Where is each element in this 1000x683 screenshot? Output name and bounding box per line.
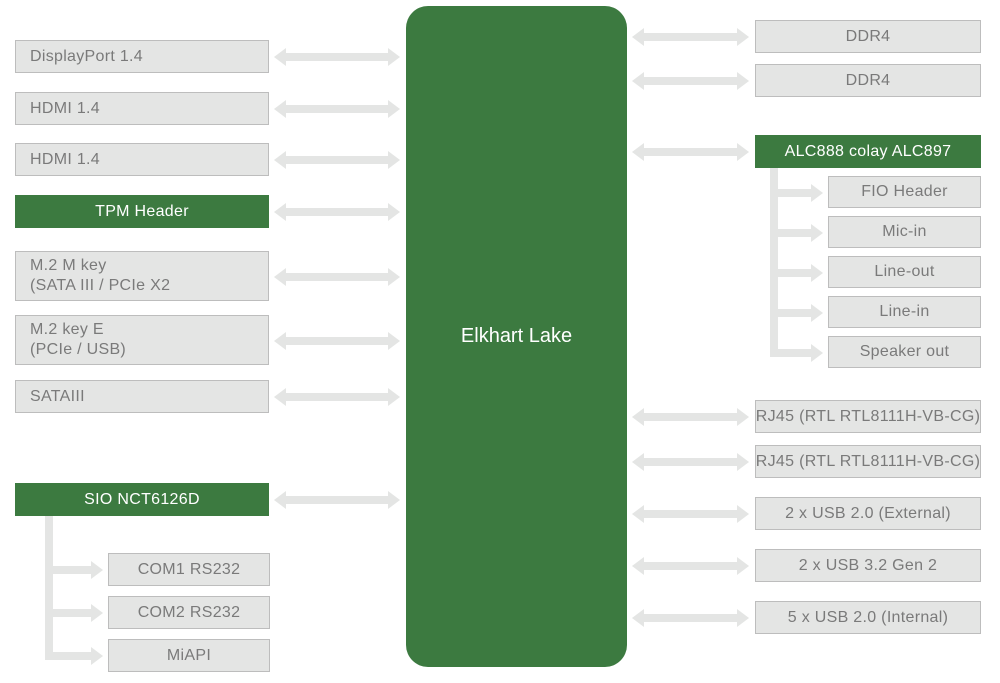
audio-branch-fio <box>770 188 823 198</box>
box-rj45-a: RJ45 (RTL RTL8111H-VB-CG) <box>755 400 981 433</box>
box-sata3: SATAIII <box>15 380 269 413</box>
arrow-rj45b <box>632 457 749 467</box>
sio-branch-miapi <box>45 651 103 661</box>
box-audio-codec: ALC888 colay ALC897 <box>755 135 981 168</box>
arrow-hdmi1 <box>274 104 400 114</box>
box-fio-header: FIO Header <box>828 176 981 208</box>
arrow-rj45a <box>632 412 749 422</box>
box-usb32: 2 x USB 3.2 Gen 2 <box>755 549 981 582</box>
box-line-out: Line-out <box>828 256 981 288</box>
audio-branch-spk <box>770 348 823 358</box>
box-mic-in: Mic-in <box>828 216 981 248</box>
box-line-in: Line-in <box>828 296 981 328</box>
box-m2-m-key: M.2 M key (SATA III / PCIe X2 <box>15 251 269 301</box>
arrow-dp <box>274 52 400 62</box>
sio-branch-com2 <box>45 608 103 618</box>
box-usb20-int: 5 x USB 2.0 (Internal) <box>755 601 981 634</box>
box-com1: COM1 RS232 <box>108 553 270 586</box>
arrow-m2e <box>274 336 400 346</box>
sio-stem <box>45 516 53 659</box>
box-sio: SIO NCT6126D <box>15 483 269 516</box>
box-usb20-ext: 2 x USB 2.0 (External) <box>755 497 981 530</box>
arrow-ddr4b <box>632 76 749 86</box>
arrow-hdmi2 <box>274 155 400 165</box>
cpu-label: Elkhart Lake <box>461 325 572 348</box>
box-ddr4-a: DDR4 <box>755 20 981 53</box>
arrow-tpm <box>274 207 400 217</box>
arrow-sio <box>274 495 400 505</box>
box-com2: COM2 RS232 <box>108 596 270 629</box>
box-speaker-out: Speaker out <box>828 336 981 368</box>
arrow-usb20e <box>632 509 749 519</box>
arrow-audio <box>632 147 749 157</box>
cpu-block: Elkhart Lake <box>406 6 627 667</box>
box-miapi: MiAPI <box>108 639 270 672</box>
arrow-sata <box>274 392 400 402</box>
arrow-m2m <box>274 272 400 282</box>
box-tpm-header: TPM Header <box>15 195 269 228</box>
box-ddr4-b: DDR4 <box>755 64 981 97</box>
box-hdmi-2: HDMI 1.4 <box>15 143 269 176</box>
audio-branch-mic <box>770 228 823 238</box>
box-hdmi-1: HDMI 1.4 <box>15 92 269 125</box>
box-displayport: DisplayPort 1.4 <box>15 40 269 73</box>
arrow-usb32 <box>632 561 749 571</box>
arrow-ddr4a <box>632 32 749 42</box>
arrow-usb20i <box>632 613 749 623</box>
sio-branch-com1 <box>45 565 103 575</box>
box-m2-key-e: M.2 key E (PCIe / USB) <box>15 315 269 365</box>
audio-branch-linein <box>770 308 823 318</box>
audio-branch-lineout <box>770 268 823 278</box>
box-rj45-b: RJ45 (RTL RTL8111H-VB-CG) <box>755 445 981 478</box>
